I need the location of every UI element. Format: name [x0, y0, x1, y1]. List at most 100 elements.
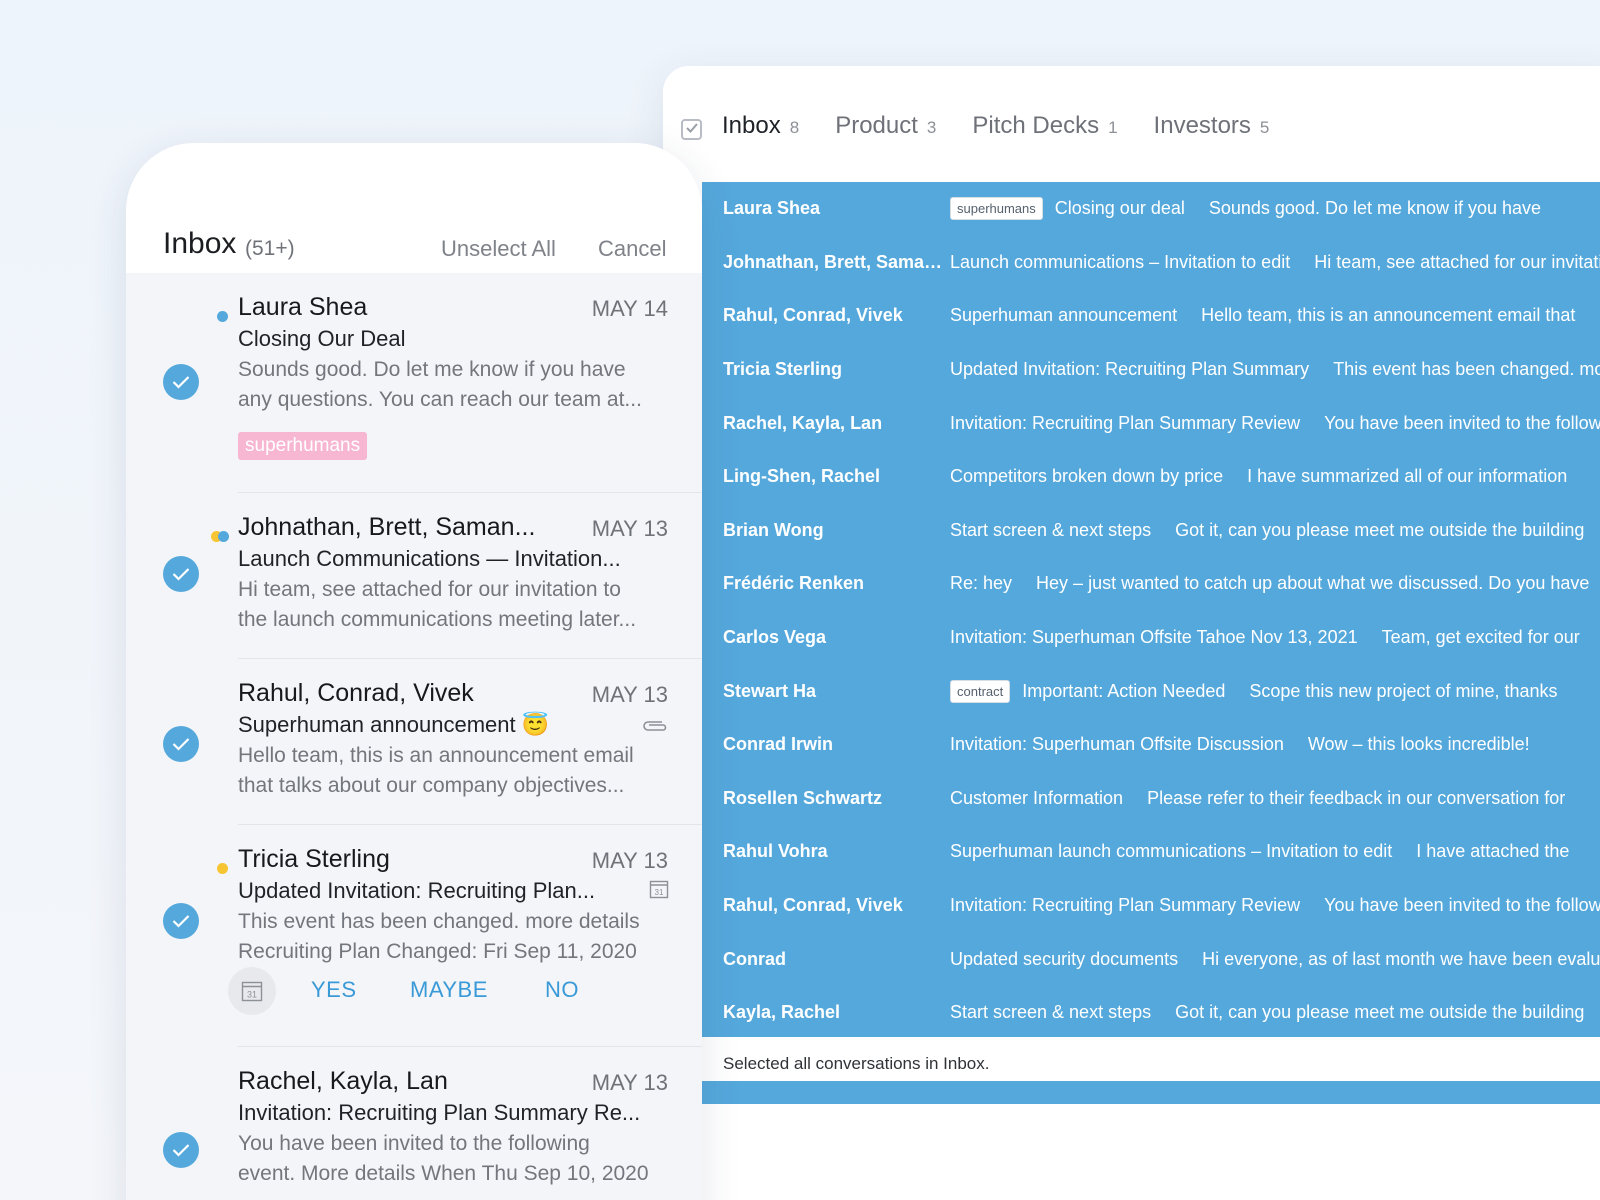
- row-subject: Important: Action Needed: [1022, 680, 1226, 701]
- label-tag[interactable]: superhumans: [238, 432, 368, 460]
- tab-count: 5: [1259, 118, 1270, 137]
- subject: Launch Communications — Invitation...: [238, 546, 621, 571]
- inbox-count: (51+): [245, 237, 295, 260]
- row-snippet: Hi team, see attached for our invitation: [1314, 251, 1600, 272]
- tab-investors[interactable]: Investors 5: [1154, 112, 1270, 140]
- tab-inbox[interactable]: Inbox 8: [722, 112, 799, 140]
- calendar-icon: 31: [241, 981, 263, 1002]
- cancel-button[interactable]: Cancel: [598, 236, 666, 262]
- tab-bar: Inbox 8 Product 3 Pitch Decks 1 Investor…: [663, 66, 1600, 184]
- selected-check[interactable]: [163, 1132, 199, 1168]
- subject: Updated Invitation: Recruiting Plan...: [238, 878, 596, 903]
- table-row[interactable]: Conrad Irwin Invitation: Superhuman Offsi…: [702, 718, 1600, 772]
- checkmark-icon: [172, 376, 190, 389]
- list-item[interactable]: Rachel, Kayla, Lan MAY 13 Invitation: Re…: [126, 1047, 702, 1200]
- date: MAY 13: [591, 1070, 668, 1095]
- table-row[interactable]: Johnathan, Brett, Saman... Launch communi…: [702, 236, 1600, 290]
- sender: Rachel, Kayla, Lan: [238, 1067, 448, 1095]
- svg-text:31: 31: [655, 888, 664, 897]
- table-row[interactable]: Conrad Updated security documents Hi every…: [702, 932, 1600, 986]
- row-subject: Customer Information: [950, 787, 1124, 808]
- row-subject: Launch communications – Invitation to ed…: [950, 251, 1291, 272]
- split-inbox-tabs: Inbox 8 Product 3 Pitch Decks 1 Investor…: [722, 112, 1305, 140]
- selected-check[interactable]: [163, 903, 199, 939]
- table-row[interactable]: Rosellen Schwartz Customer Information Ple…: [702, 772, 1600, 826]
- row-sender: Frédéric Renken: [723, 573, 865, 594]
- date: MAY 13: [591, 516, 668, 541]
- row-sender: Tricia Sterling: [723, 359, 843, 380]
- list-item[interactable]: Johnathan, Brett, Saman... MAY 13 Launch…: [126, 493, 702, 659]
- conversation-list: Laura Shea superhumans Closing our deal Sou…: [702, 182, 1600, 1104]
- table-row[interactable]: Rachel, Kayla, Lan Invitation: Recruiting…: [702, 396, 1600, 450]
- list-item[interactable]: Laura Shea MAY 14 Closing Our Deal Sound…: [126, 273, 702, 493]
- row-sender: Stewart Ha: [723, 680, 817, 701]
- rsvp-no-button[interactable]: NO: [545, 977, 579, 1003]
- row-subject: Invitation: Superhuman Offsite Tahoe Nov…: [950, 627, 1358, 648]
- table-row[interactable]: Kayla, Rachel Start screen & next steps Go…: [702, 986, 1600, 1040]
- tab-label: Pitch Decks: [972, 112, 1100, 139]
- selected-check[interactable]: [163, 556, 199, 592]
- checkmark-icon: [172, 915, 190, 928]
- table-row[interactable]: Rahul, Conrad, Vivek Invitation: Recruiti…: [702, 879, 1600, 933]
- row-subject: Competitors broken down by price: [950, 466, 1224, 487]
- select-all-checkbox[interactable]: [681, 119, 702, 140]
- table-row[interactable]: Laura Shea superhumans Closing our deal Sou…: [702, 182, 1600, 236]
- subject: Superhuman announcement 😇: [238, 712, 550, 737]
- row-snippet: Sounds good. Do let me know if you have: [1208, 198, 1542, 219]
- row-sender: Conrad: [723, 948, 786, 969]
- snippet-line: This event has been changed. more detail…: [238, 910, 640, 933]
- table-row[interactable]: Rahul Vohra Superhuman launch communicati…: [702, 825, 1600, 879]
- row-subject: Invitation: Recruiting Plan Summary Revi…: [950, 895, 1301, 916]
- row-label-tag[interactable]: superhumans: [950, 197, 1043, 221]
- snippet-line: You have been invited to the following: [238, 1132, 590, 1155]
- sender: Tricia Sterling: [238, 845, 390, 873]
- page-title: Inbox: [163, 227, 237, 260]
- table-row[interactable]: Tricia Sterling Updated Invitation: Recru…: [702, 343, 1600, 397]
- row-subject: Invitation: Recruiting Plan Summary Revi…: [950, 412, 1301, 433]
- table-row[interactable]: Carlos Vega Invitation: Superhuman Offsit…: [702, 611, 1600, 665]
- row-label-tag[interactable]: contract: [950, 679, 1011, 703]
- row-snippet: Hi everyone, as of last month we have be…: [1202, 948, 1600, 969]
- rsvp-maybe-button[interactable]: MAYBE: [410, 977, 488, 1003]
- row-snippet: Got it, can you please meet me outside t…: [1175, 1002, 1585, 1023]
- list-item[interactable]: Rahul, Conrad, Vivek MAY 13 Superhuman a…: [126, 659, 702, 825]
- table-row[interactable]: Frédéric Renken Re: hey Hey – just wanted …: [702, 557, 1600, 611]
- row-sender: Rahul Vohra: [723, 841, 828, 862]
- table-row[interactable]: Brian Wong Start screen & next steps Got i…: [702, 504, 1600, 558]
- snippet-line: the launch communications meeting later.…: [238, 608, 637, 631]
- selected-check[interactable]: [163, 726, 199, 762]
- row-snippet: This event has been changed. more detail…: [1333, 359, 1600, 380]
- row-snippet: Team, get excited for our: [1381, 627, 1580, 648]
- row-subject: Updated Invitation: Recruiting Plan Summ…: [950, 359, 1310, 380]
- row-sender: Rahul, Conrad, Vivek: [723, 895, 903, 916]
- unselect-all-button[interactable]: Unselect All: [441, 236, 556, 262]
- table-row[interactable]: Ling-Shen, Rachel Competitors broken down…: [702, 450, 1600, 504]
- tab-pitch-decks[interactable]: Pitch Decks 1: [972, 112, 1117, 140]
- sender: Johnathan, Brett, Saman...: [238, 513, 536, 541]
- subject: Closing Our Deal: [238, 326, 406, 351]
- row-snippet: You have been invited to the following e…: [1324, 895, 1600, 916]
- date: MAY 13: [591, 682, 668, 707]
- row-subject: Start screen & next steps: [950, 519, 1152, 540]
- table-row[interactable]: Rahul, Conrad, Vivek Superhuman announcem…: [702, 289, 1600, 343]
- mobile-header: Inbox (51+) Unselect All Cancel: [126, 143, 702, 273]
- selected-check[interactable]: [163, 364, 199, 400]
- checkmark-icon: [172, 738, 190, 751]
- row-sender: Laura Shea: [723, 198, 821, 219]
- mobile-panel: Inbox (51+) Unselect All Cancel Laura Sh…: [126, 143, 702, 1200]
- row-subject: Updated security documents: [950, 948, 1179, 969]
- checkmark-icon: [172, 568, 190, 581]
- row-sender: Conrad Irwin: [723, 734, 834, 755]
- rsvp-calendar-button[interactable]: 31: [228, 967, 276, 1015]
- list-item[interactable]: Tricia Sterling MAY 13 Updated Invitatio…: [126, 825, 702, 1047]
- rsvp-yes-button[interactable]: YES: [311, 977, 357, 1003]
- row-sender: Brian Wong: [723, 519, 824, 540]
- row-subject: Closing our deal: [1054, 198, 1185, 219]
- row-sender: Rahul, Conrad, Vivek: [723, 305, 903, 326]
- table-row[interactable]: Stewart Ha contract Important: Action Need…: [702, 664, 1600, 718]
- row-subject: Re: hey: [950, 573, 1013, 594]
- row-subject: Superhuman announcement: [950, 305, 1178, 326]
- tab-product[interactable]: Product 3: [835, 112, 936, 140]
- row-sender: Kayla, Rachel: [723, 1002, 841, 1023]
- snippet-line: Recruiting Plan Changed: Fri Sep 11, 202…: [238, 940, 637, 963]
